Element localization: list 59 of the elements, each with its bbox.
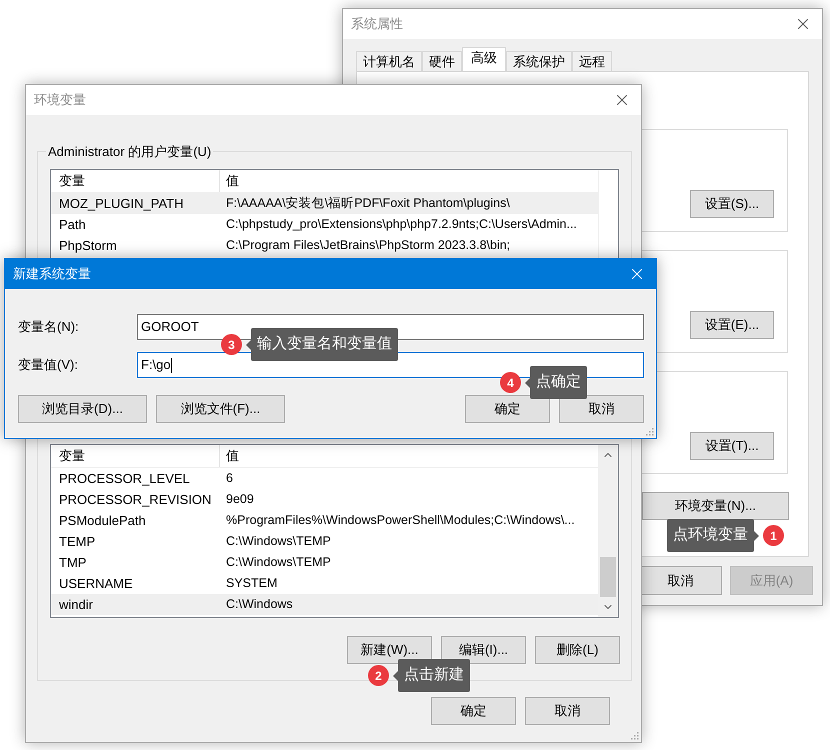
tab[interactable]: 系统保护 (506, 51, 572, 71)
window-title: 环境变量 (34, 91, 86, 110)
scrollbar[interactable] (598, 445, 618, 617)
variable-name: MOZ_PLUGIN_PATH (58, 194, 184, 213)
variable-value: C:\Windows\TEMP (225, 533, 332, 550)
variable-name: PROCESSOR_LEVEL (58, 470, 191, 488)
variable-name: TEMP (58, 532, 96, 551)
variable-value: C:\Windows (225, 596, 294, 614)
dialog-button[interactable]: 取消 (525, 697, 610, 725)
resize-grip-icon[interactable] (629, 730, 639, 740)
variable-value: 9e09 (225, 491, 255, 508)
window-title: 新建系统变量 (13, 265, 91, 284)
dialog-button[interactable]: 新建(W)... (347, 636, 432, 664)
resize-grip-icon[interactable] (644, 426, 654, 436)
variable-value: SYSTEM (225, 575, 278, 592)
variable-name: PhpStorm (58, 236, 118, 255)
tab[interactable]: 硬件 (422, 51, 462, 71)
dialog-button[interactable]: 取消 (639, 566, 722, 595)
column-header[interactable]: 值 (220, 170, 598, 192)
dialog-button[interactable]: 取消 (559, 395, 644, 423)
scrollbar-thumb[interactable] (600, 557, 616, 597)
variable-value: F:\AAAAA\安装包\福昕PDF\Foxit Phantom\plugins\ (225, 195, 511, 212)
window-title: 系统属性 (351, 15, 403, 34)
callout-label: 输入变量名和变量值 (246, 328, 398, 361)
variable-value: C:\Windows\TEMP (225, 554, 332, 572)
dialog-button[interactable]: 删除(L) (535, 636, 620, 664)
browse-button[interactable]: 浏览文件(F)... (156, 395, 285, 423)
tab[interactable]: 计算机名 (356, 51, 422, 71)
callout-label: 点确定 (525, 366, 587, 399)
variable-value: 6 (225, 470, 234, 488)
dialog-button[interactable]: 确定 (431, 697, 516, 725)
column-header[interactable]: 变量 (51, 445, 220, 467)
variable-name: TMP (58, 554, 88, 572)
variable-name: windir (58, 596, 94, 614)
variable-name: PSModulePath (58, 512, 147, 530)
variable-name: USERNAME (58, 574, 134, 593)
column-header[interactable]: 变量 (51, 170, 220, 192)
variable-value: C:\Program Files\JetBrains\PhpStorm 2023.3.8\bin; (225, 237, 512, 254)
field-label: 变量值(V): (18, 356, 79, 374)
tab[interactable]: 远程 (572, 51, 612, 71)
tab[interactable]: 高级 (462, 47, 506, 71)
settings-button[interactable]: 设置(T)... (690, 432, 774, 460)
browse-button[interactable]: 浏览目录(D)... (18, 395, 147, 423)
environment-variables-button[interactable]: 环境变量(N)... (642, 492, 789, 520)
variable-name: Path (58, 216, 87, 234)
variable-value: C:\phpstudy_pro\Extensions\php\php7.2.9nts;C:\Users\Admin... (225, 216, 578, 234)
dialog-button[interactable]: 确定 (465, 395, 550, 423)
variable-name: PROCESSOR_REVISION (58, 490, 212, 509)
table-row[interactable]: windir C:\Windows (51, 594, 598, 615)
column-header[interactable]: 值 (220, 445, 598, 467)
settings-button[interactable]: 设置(S)... (690, 190, 774, 218)
callout-label: 点击新建 (393, 659, 470, 692)
settings-button[interactable]: 设置(E)... (690, 311, 774, 339)
variable-value: %ProgramFiles%\WindowsPowerShell\Modules;C:\Windows\... (225, 512, 576, 530)
table-row[interactable]: MOZ_PLUGIN_PATH F:\AAAAA\安装包\福昕PDF\Foxit Phantom\plugins\ (51, 193, 598, 214)
field-label: 变量名(N): (18, 318, 80, 336)
group-title: Administrator 的用户变量(U) (46, 142, 214, 162)
callout-label: 点环境变量 (667, 519, 759, 552)
dialog-button[interactable]: 编辑(I)... (441, 636, 526, 664)
